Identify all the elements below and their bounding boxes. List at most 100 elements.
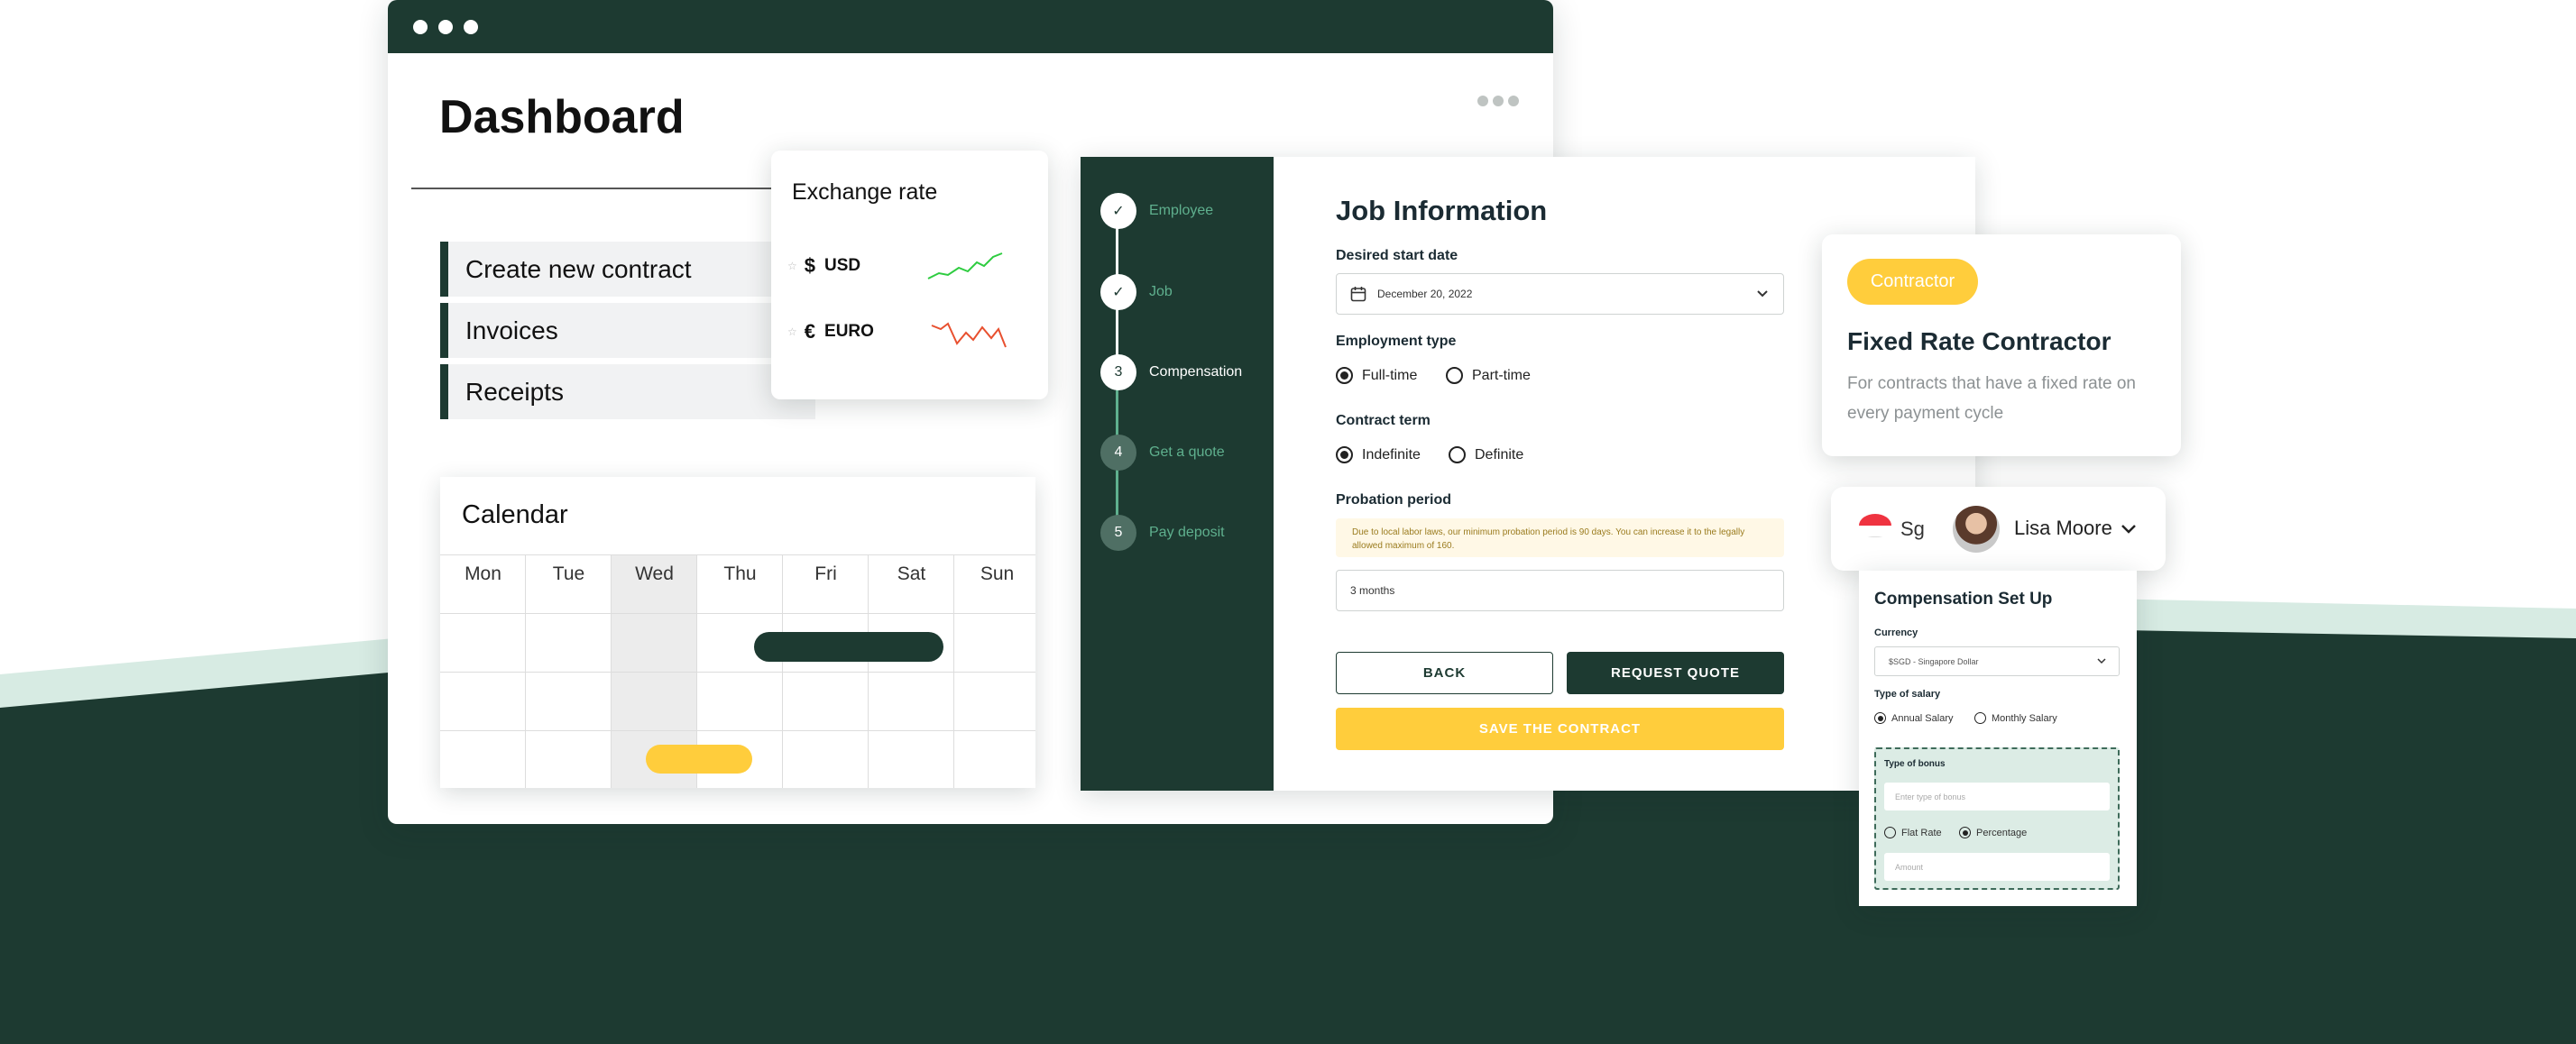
avatar <box>1953 506 2000 553</box>
chevron-down-icon[interactable] <box>2120 523 2138 536</box>
currency-symbol: € <box>804 320 816 343</box>
salary-type-label: Type of salary <box>1874 689 1941 700</box>
step-number: 3 <box>1100 354 1136 390</box>
contractor-card[interactable]: Contractor Fixed Rate Contractor For con… <box>1822 234 2181 456</box>
step-number: 4 <box>1100 435 1136 471</box>
amount-input[interactable]: Amount <box>1884 853 2110 881</box>
star-icon[interactable]: ☆ <box>787 325 797 338</box>
exchange-row-euro[interactable]: ☆ € EURO <box>787 320 874 343</box>
calendar-day-mon: Mon <box>465 563 501 584</box>
bonus-section: Type of bonus Enter type of bonus Flat R… <box>1874 747 2120 890</box>
compensation-setup-card: Compensation Set Up Currency $SGD - Sing… <box>1859 571 2137 906</box>
step-number: 5 <box>1100 515 1136 551</box>
radio-unchecked-icon <box>1974 712 1986 724</box>
country-code: Sg <box>1900 517 1925 540</box>
euro-trend-sparkline <box>931 322 1007 348</box>
bonus-type-label: Type of bonus <box>1884 759 1946 769</box>
exchange-row-usd[interactable]: ☆ $ USD <box>787 254 860 278</box>
radio-part-time[interactable]: Part-time <box>1446 367 1531 384</box>
step-label: Get a quote <box>1149 444 1225 460</box>
calendar-title: Calendar <box>462 500 568 529</box>
window-dot-icon[interactable] <box>438 20 453 34</box>
radio-checked-icon <box>1336 446 1353 463</box>
step-compensation[interactable]: 3 Compensation <box>1100 354 1242 390</box>
calendar-day-sat: Sat <box>897 563 926 584</box>
radio-label: Flat Rate <box>1901 827 1942 838</box>
star-icon[interactable]: ☆ <box>787 260 797 272</box>
progress-stepper: ✓ Employee ✓ Job 3 Compensation 4 Get a … <box>1081 157 1274 791</box>
radio-annual-salary[interactable]: Annual Salary <box>1874 712 1954 724</box>
exchange-rate-card: Exchange rate ☆ $ USD ☆ € EURO <box>771 151 1048 399</box>
radio-indefinite[interactable]: Indefinite <box>1336 446 1421 463</box>
currency-code: EURO <box>824 322 874 341</box>
step-get-quote[interactable]: 4 Get a quote <box>1100 435 1225 471</box>
divider <box>440 730 1035 731</box>
calendar-icon <box>1350 287 1366 302</box>
page-title: Dashboard <box>439 91 685 143</box>
radio-unchecked-icon <box>1449 446 1466 463</box>
save-contract-button[interactable]: SAVE THE CONTRACT <box>1336 708 1784 750</box>
menu-item-create-contract[interactable]: Create new contract <box>440 242 815 297</box>
step-job[interactable]: ✓ Job <box>1100 274 1173 310</box>
compensation-title: Compensation Set Up <box>1874 590 2053 609</box>
user-selector[interactable]: Sg Lisa Moore <box>1831 487 2166 571</box>
calendar-event[interactable] <box>646 745 752 774</box>
radio-label: Indefinite <box>1362 446 1421 462</box>
usd-trend-sparkline <box>927 252 1003 279</box>
start-date-value: December 20, 2022 <box>1377 288 1473 300</box>
divider <box>440 613 1035 614</box>
menu-item-invoices[interactable]: Invoices <box>440 303 815 358</box>
radio-flat-rate[interactable]: Flat Rate <box>1884 827 1942 838</box>
currency-label: Currency <box>1874 627 1918 638</box>
radio-unchecked-icon <box>1884 827 1896 838</box>
radio-label: Monthly Salary <box>1992 712 2057 724</box>
window-titlebar <box>388 0 1553 53</box>
request-quote-button[interactable]: REQUEST QUOTE <box>1567 652 1784 694</box>
probation-period-label: Probation period <box>1336 492 1451 508</box>
step-employee[interactable]: ✓ Employee <box>1100 193 1213 229</box>
menu-item-receipts[interactable]: Receipts <box>440 364 815 419</box>
step-label: Employee <box>1149 203 1214 218</box>
divider <box>411 188 808 189</box>
step-label: Job <box>1149 284 1173 299</box>
start-date-label: Desired start date <box>1336 248 1458 263</box>
radio-checked-icon <box>1959 827 1971 838</box>
chevron-down-icon <box>1757 290 1768 298</box>
radio-full-time[interactable]: Full-time <box>1336 367 1417 384</box>
radio-label: Percentage <box>1976 827 2028 838</box>
window-dot-icon[interactable] <box>413 20 428 34</box>
bonus-type-input[interactable]: Enter type of bonus <box>1884 783 2110 810</box>
probation-notice: Due to local labor laws, our minimum pro… <box>1336 518 1784 557</box>
employment-type-label: Employment type <box>1336 334 1457 349</box>
currency-select[interactable]: $SGD - Singapore Dollar <box>1874 646 2120 676</box>
radio-label: Annual Salary <box>1891 712 1954 724</box>
more-options-icon[interactable] <box>1477 96 1519 106</box>
radio-definite[interactable]: Definite <box>1449 446 1523 463</box>
start-date-picker[interactable]: December 20, 2022 <box>1336 273 1784 315</box>
contractor-description: For contracts that have a fixed rate on … <box>1847 374 2137 424</box>
radio-percentage[interactable]: Percentage <box>1959 827 2027 838</box>
check-icon: ✓ <box>1100 274 1136 310</box>
window-dot-icon[interactable] <box>464 20 478 34</box>
check-icon: ✓ <box>1100 193 1136 229</box>
calendar-widget: Calendar Mon Tue Wed Thu Fri Sat Sun <box>440 477 1035 788</box>
calendar-event[interactable] <box>754 632 943 662</box>
radio-unchecked-icon <box>1446 367 1463 384</box>
user-name: Lisa Moore <box>2014 517 2112 539</box>
contract-term-label: Contract term <box>1336 413 1431 428</box>
chevron-down-icon <box>2097 658 2106 664</box>
exchange-rate-title: Exchange rate <box>792 179 938 205</box>
probation-period-input[interactable]: 3 months <box>1336 570 1784 611</box>
radio-checked-icon <box>1336 367 1353 384</box>
step-pay-deposit[interactable]: 5 Pay deposit <box>1100 515 1225 551</box>
currency-value: $SGD - Singapore Dollar <box>1889 656 1979 666</box>
calendar-day-sun: Sun <box>980 563 1015 584</box>
singapore-flag-icon <box>1859 514 1891 537</box>
back-button[interactable]: BACK <box>1336 652 1553 694</box>
calendar-day-wed: Wed <box>635 563 674 584</box>
contractor-badge: Contractor <box>1847 259 1978 305</box>
step-label: Pay deposit <box>1149 525 1225 540</box>
radio-label: Definite <box>1475 446 1524 462</box>
radio-monthly-salary[interactable]: Monthly Salary <box>1974 712 2057 724</box>
radio-checked-icon <box>1874 712 1886 724</box>
